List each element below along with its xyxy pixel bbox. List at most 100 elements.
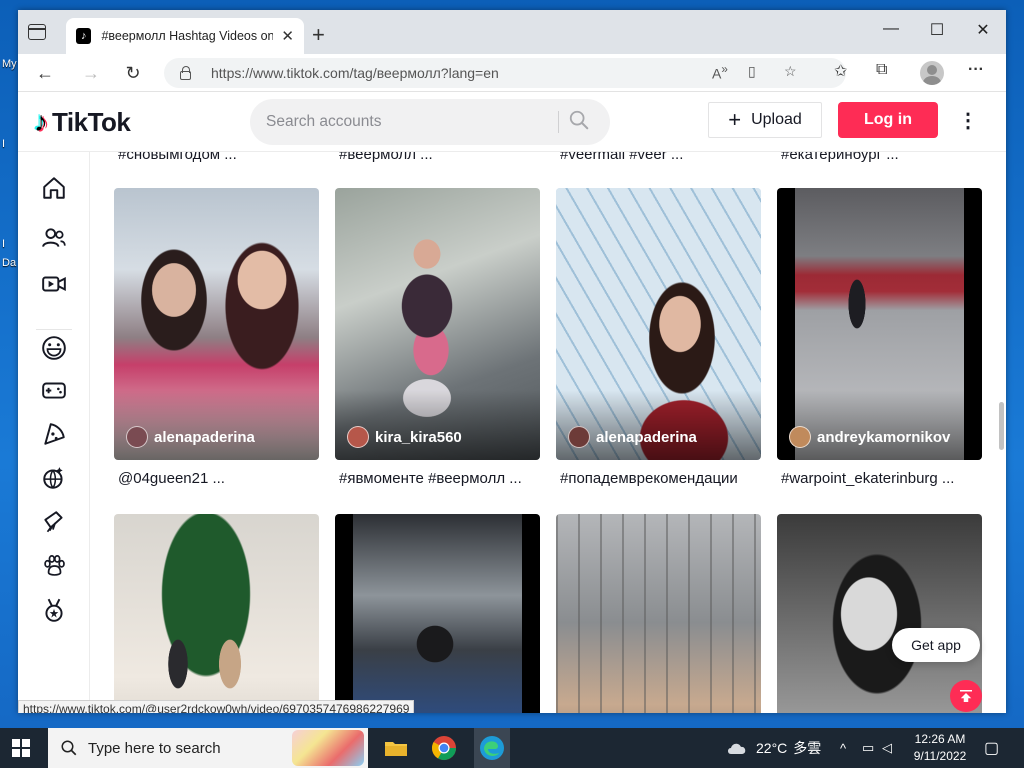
close-window-button[interactable]: ✕ [960, 20, 1006, 40]
read-aloud-icon[interactable]: A» [712, 63, 728, 82]
upload-button[interactable]: + Upload [708, 102, 822, 138]
network-icon[interactable]: ▭ [862, 728, 874, 768]
windows-taskbar: Type here to search 22°C 多雲 ^ ▭ ◁ 12:26 … [0, 728, 1024, 768]
author-avatar [789, 426, 811, 448]
tiktok-header: ♪ TikTok + Upload Log in ⋮ [18, 92, 1006, 152]
video-caption[interactable]: #веермолл ... [339, 152, 543, 163]
search-highlight-image [292, 730, 364, 766]
video-card[interactable] [335, 514, 540, 713]
new-tab-button[interactable]: + [312, 22, 325, 48]
video-author[interactable]: kira_kira560 [347, 426, 462, 448]
address-url[interactable]: https://www.tiktok.com/tag/веермолл?lang… [211, 65, 499, 81]
video-card[interactable] [114, 514, 319, 713]
desktop-icon-label[interactable]: I [2, 238, 5, 250]
video-caption[interactable]: #попадемврекомендации [560, 470, 765, 487]
favorites-icon[interactable]: ✩ [834, 61, 847, 81]
video-caption[interactable]: @04gueen21 ... [118, 470, 323, 487]
sports-icon[interactable] [40, 596, 68, 624]
maximize-button[interactable]: ☐ [914, 20, 960, 40]
address-bar[interactable]: https://www.tiktok.com/tag/веермолл?lang… [164, 58, 846, 88]
video-author[interactable]: alenapaderina [126, 426, 255, 448]
desktop-icon-label[interactable]: My [2, 58, 17, 70]
immersive-reader-icon[interactable]: ▯ [748, 63, 756, 80]
desktop-icon-label[interactable]: I [2, 138, 5, 150]
upload-label: Upload [751, 111, 802, 128]
tiktok-favicon-icon: ♪ [76, 28, 92, 44]
weather-widget[interactable]: 22°C 多雲 [726, 728, 821, 768]
tiktok-sidebar [18, 152, 90, 713]
animals-icon[interactable] [40, 552, 68, 580]
video-thumbnail [114, 514, 319, 713]
gaming-icon[interactable] [40, 376, 68, 404]
author-avatar [126, 426, 148, 448]
more-options-icon[interactable]: ⋮ [958, 108, 978, 133]
browser-tab-active[interactable]: ♪ #веермолл Hashtag Videos on TikTok ✕ [66, 18, 304, 54]
video-caption[interactable]: #warpoint_ekaterinburg ... [781, 470, 986, 487]
tab-title: #веермолл Hashtag Videos on TikTok [101, 29, 274, 43]
search-box [250, 99, 610, 145]
start-button[interactable] [12, 739, 30, 757]
author-name: andreykamornikov [817, 428, 951, 446]
video-author[interactable]: alenapaderina [568, 426, 697, 448]
add-favorite-icon[interactable]: ☆ [784, 63, 797, 80]
edge-icon[interactable] [474, 728, 510, 768]
video-card[interactable] [556, 514, 761, 713]
tiktok-note-icon: ♪ [34, 106, 48, 137]
video-caption[interactable]: #явмоменте #веермолл ... [339, 470, 544, 487]
search-button[interactable] [568, 109, 598, 135]
minimize-button[interactable]: — [868, 20, 914, 38]
search-icon [569, 110, 589, 130]
forward-button[interactable]: → [78, 60, 104, 86]
video-card[interactable] [777, 514, 982, 713]
tab-actions-icon[interactable] [28, 24, 46, 40]
cloud-icon [728, 743, 746, 754]
video-author[interactable]: andreykamornikov [789, 426, 950, 448]
video-caption[interactable]: #сновымгодом ... [118, 152, 322, 163]
volume-icon[interactable]: ◁ [882, 728, 892, 768]
taskbar-search[interactable]: Type here to search [48, 728, 368, 768]
food-icon[interactable] [40, 420, 68, 448]
dance-icon[interactable] [40, 464, 68, 492]
login-button[interactable]: Log in [838, 102, 938, 138]
video-card[interactable]: kira_kira560 [335, 188, 540, 460]
back-button[interactable]: ← [32, 60, 58, 86]
video-card[interactable]: andreykamornikov [777, 188, 982, 460]
video-caption[interactable]: #екатеринбург ... [781, 152, 985, 163]
chrome-icon[interactable] [430, 734, 458, 762]
clock-time: 12:26 AM [914, 732, 966, 746]
home-icon[interactable] [40, 174, 68, 202]
comedy-icon[interactable] [40, 334, 68, 362]
refresh-button[interactable]: ↻ [120, 60, 146, 86]
search-input[interactable] [266, 99, 546, 145]
card-gradient [114, 390, 319, 460]
video-card[interactable]: alenapaderina [114, 188, 319, 460]
video-card[interactable]: alenapaderina [556, 188, 761, 460]
notifications-icon[interactable]: ▢ [984, 728, 999, 768]
temperature: 22°C [756, 740, 788, 756]
search-icon [61, 740, 77, 756]
status-bar-url: https://www.tiktok.com/@user2rdckow0wh/v… [18, 700, 415, 713]
video-thumbnail [777, 514, 982, 713]
beauty-icon[interactable] [40, 508, 68, 536]
file-explorer-icon[interactable] [382, 734, 410, 762]
tiktok-logo[interactable]: ♪ TikTok [34, 106, 131, 138]
clock-date: 9/11/2022 [913, 749, 967, 763]
back-to-top-button[interactable] [950, 680, 982, 712]
author-avatar [347, 426, 369, 448]
close-tab-icon[interactable]: ✕ [281, 27, 294, 45]
video-caption[interactable]: #veermall #veer ... [560, 152, 764, 163]
show-hidden-icons[interactable]: ^ [840, 728, 846, 768]
taskbar-search-text: Type here to search [88, 739, 221, 757]
desktop-icon-label[interactable]: Da [2, 257, 16, 269]
tiktok-page: ♪ TikTok + Upload Log in ⋮ [18, 92, 1006, 713]
get-app-button[interactable]: Get app [892, 628, 980, 662]
following-icon[interactable] [40, 224, 68, 252]
system-clock[interactable]: 12:26 AM 9/11/2022 [900, 731, 980, 765]
browser-toolbar: ← → ↻ https://www.tiktok.com/tag/веермол… [18, 54, 1006, 92]
page-scrollbar[interactable] [999, 402, 1004, 450]
lock-icon[interactable] [180, 65, 191, 80]
settings-more-icon[interactable]: ··· [968, 61, 984, 79]
live-icon[interactable] [40, 270, 68, 298]
profile-avatar[interactable] [920, 61, 944, 85]
collections-icon[interactable]: ⧉ [876, 61, 887, 79]
